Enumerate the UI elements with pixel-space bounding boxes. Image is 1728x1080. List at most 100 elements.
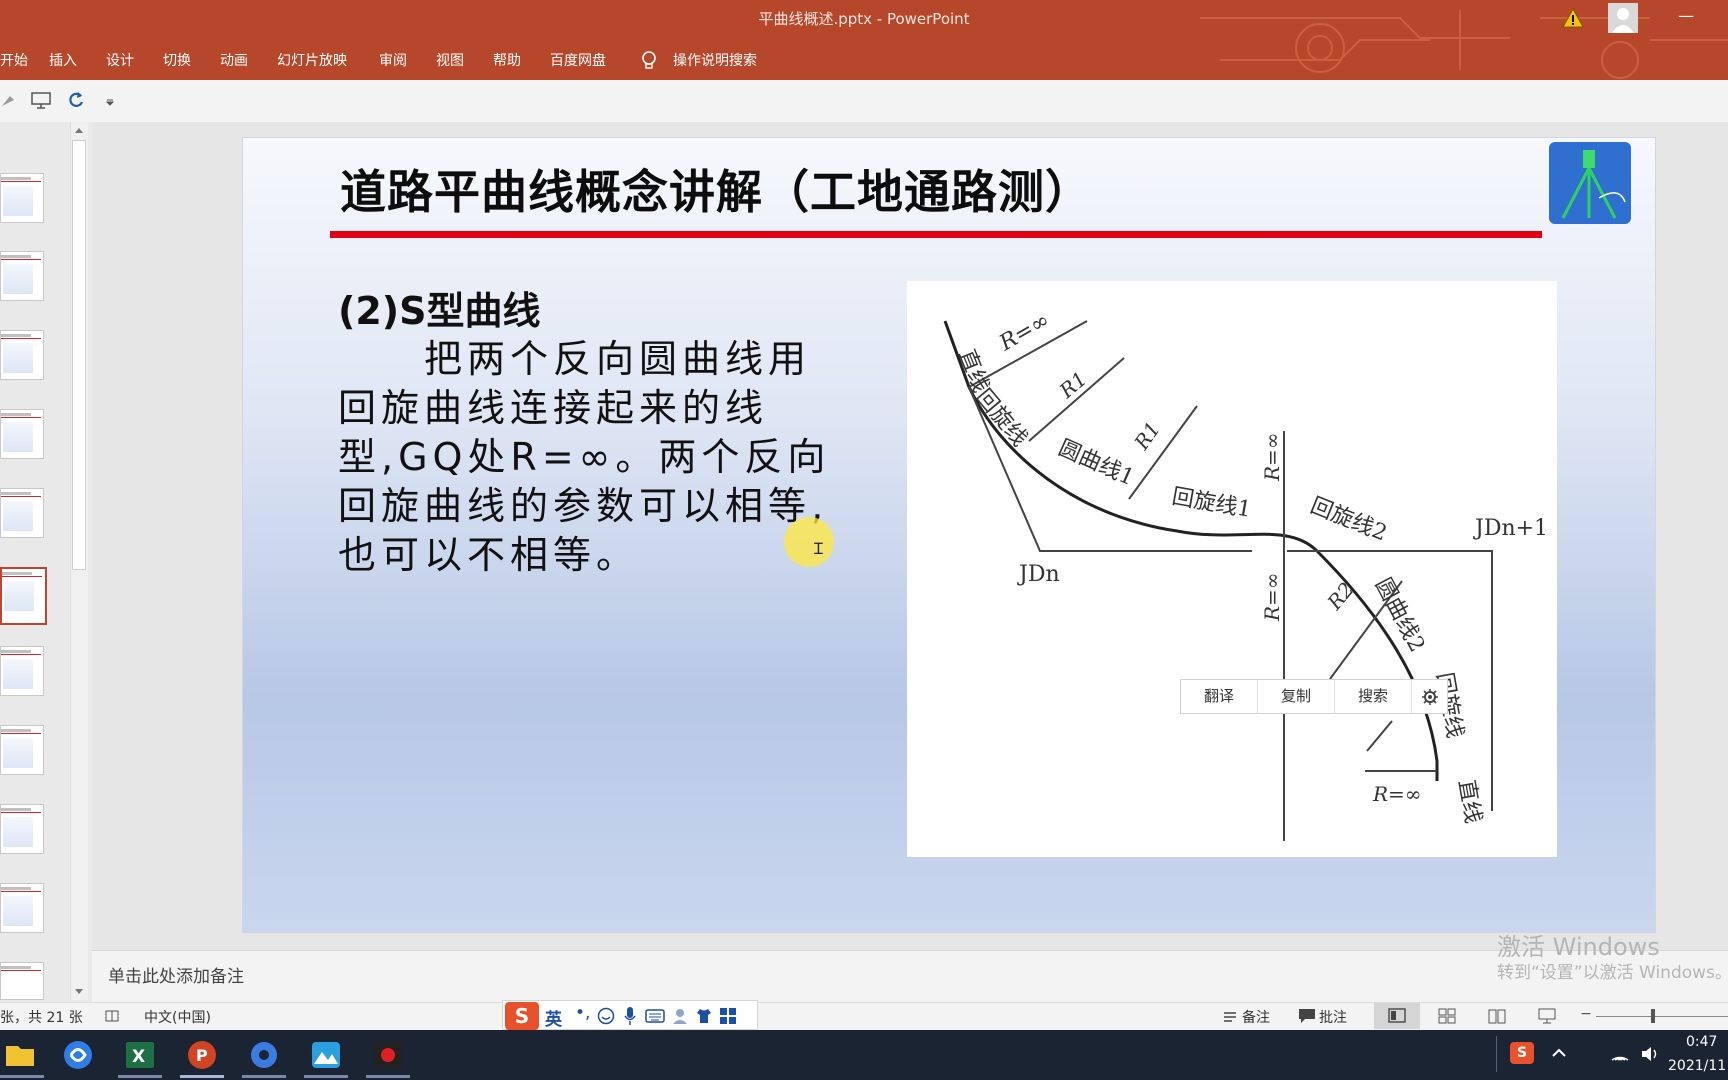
s-curve-figure[interactable]: 直线 R=∞ R1 回旋线 R1 圆曲线1 回旋线1 R=∞ R=∞ 回旋线2 …	[907, 281, 1557, 857]
svg-text:P: P	[196, 1046, 208, 1065]
slide-title[interactable]: 道路平曲线概念讲解（工地通路测）	[340, 156, 1092, 222]
redo-icon[interactable]	[66, 90, 86, 110]
tab-help[interactable]: 帮助	[493, 50, 521, 72]
emoji-icon[interactable]	[597, 1007, 615, 1025]
body-heading[interactable]: (2)S型曲线	[338, 280, 541, 335]
microphone-icon[interactable]	[623, 1006, 637, 1026]
zoom-out-button[interactable]: −	[1580, 1006, 1592, 1022]
normal-view-button[interactable]	[1374, 1003, 1420, 1029]
slide-thumbnail[interactable]	[0, 173, 44, 223]
account-avatar-icon[interactable]	[1608, 3, 1638, 33]
sogou-logo-icon[interactable]: S	[505, 1002, 539, 1030]
network-icon[interactable]	[1610, 1044, 1630, 1064]
tab-insert[interactable]: 插入	[49, 50, 77, 72]
tab-transitions[interactable]: 切换	[163, 50, 191, 72]
slide-thumbnail[interactable]	[0, 962, 44, 1000]
slide-thumbnail[interactable]	[0, 804, 44, 854]
scroll-up-icon[interactable]	[73, 124, 85, 136]
warning-icon[interactable]	[1562, 8, 1584, 28]
notes-pane[interactable]	[92, 950, 1728, 1002]
body-text-line[interactable]: 型,GQ处R=∞。两个反向	[338, 426, 830, 481]
tab-home[interactable]: 开始	[0, 50, 28, 72]
scrollbar-thumb[interactable]	[72, 140, 86, 570]
clock-date[interactable]: 2021/11	[1668, 1058, 1726, 1074]
volume-icon[interactable]	[1640, 1044, 1660, 1064]
keyboard-icon[interactable]	[645, 1008, 665, 1024]
label-r-infinity-upper: R=∞	[1260, 433, 1284, 482]
tab-animations[interactable]: 动画	[220, 50, 248, 72]
cursor-highlight	[784, 517, 834, 567]
body-text-line[interactable]: 回旋曲线的参数可以相等,	[338, 475, 828, 530]
minimize-button[interactable]: —	[1676, 6, 1696, 26]
taskbar-divider	[1496, 1036, 1497, 1072]
copy-button[interactable]: 复制	[1258, 680, 1335, 713]
label-r1-a: R1	[1054, 367, 1091, 404]
slide-thumbnail[interactable]	[0, 330, 44, 380]
slide-thumbnail[interactable]	[0, 409, 44, 459]
notes-placeholder[interactable]: 单击此处添加备注	[108, 962, 244, 987]
slide-sorter-view-icon[interactable]	[1438, 1007, 1456, 1025]
comments-button[interactable]: 批注	[1319, 1007, 1347, 1027]
video-editor-icon[interactable]	[242, 1034, 286, 1076]
sogou-tray-icon[interactable]: S	[1510, 1042, 1534, 1064]
body-text-line[interactable]: 把两个反向圆曲线用	[338, 328, 811, 383]
photo-app-icon[interactable]	[304, 1034, 348, 1076]
present-from-start-icon[interactable]	[30, 90, 52, 110]
title-underline	[330, 231, 1542, 238]
zoom-slider[interactable]	[1596, 1016, 1728, 1017]
comment-icon[interactable]	[1298, 1008, 1316, 1024]
user-icon[interactable]	[671, 1007, 689, 1025]
label-r-infinity-bottom: R=∞	[1372, 782, 1421, 806]
language-indicator[interactable]: 中文(中国)	[144, 1007, 211, 1027]
settings-gear-icon[interactable]	[1421, 688, 1439, 706]
slide-thumbnail[interactable]	[0, 251, 44, 301]
pin-icon[interactable]	[0, 90, 16, 110]
slide-thumbnail[interactable]	[0, 725, 44, 775]
body-text-line[interactable]: 也可以不相等。	[338, 524, 639, 579]
label-jd-n-plus-1: JDn+1	[1473, 516, 1548, 541]
label-r-infinity-lower: R=∞	[1260, 573, 1284, 622]
excel-icon[interactable]: X	[118, 1034, 162, 1076]
slide-thumbnail-active[interactable]	[0, 567, 47, 625]
sogou-browser-icon[interactable]	[56, 1034, 100, 1076]
zoom-slider-thumb[interactable]	[1651, 1009, 1655, 1023]
notes-toggle-button[interactable]: 备注	[1242, 1007, 1270, 1027]
tell-me-search[interactable]: 操作说明搜索	[673, 50, 757, 72]
slide-thumbnail[interactable]	[0, 488, 44, 538]
label-r1-b: R1	[1129, 417, 1165, 454]
label-circular-curve-1: 圆曲线1	[1055, 436, 1138, 491]
show-hidden-icons-chevron-icon[interactable]	[1550, 1044, 1568, 1062]
reading-view-icon[interactable]	[1488, 1007, 1506, 1025]
label-clothoid-1: 回旋线1	[1170, 484, 1253, 523]
tab-slideshow[interactable]: 幻灯片放映	[277, 50, 347, 72]
activation-watermark-subtitle: 转到“设置”以激活 Windows。	[1497, 963, 1728, 983]
customize-toolbar-icon[interactable]	[104, 90, 116, 110]
slide-thumbnail[interactable]	[0, 883, 44, 933]
accessibility-check-icon[interactable]	[104, 1008, 120, 1024]
title-bar: 平曲线概述.pptx - PowerPoint — 开始 插入 设计 切换 动画…	[0, 0, 1728, 80]
tab-baidu-netdisk[interactable]: 百度网盘	[550, 50, 606, 72]
slide-thumbnail[interactable]	[0, 646, 44, 696]
skin-shirt-icon[interactable]	[695, 1007, 713, 1025]
body-text-line[interactable]: 回旋曲线连接起来的线	[338, 377, 768, 432]
translate-button[interactable]: 翻译	[1181, 680, 1258, 713]
slideshow-view-icon[interactable]	[1538, 1007, 1556, 1025]
punctuation-icon[interactable]: •,	[575, 1003, 590, 1023]
label-r2: R2	[1322, 577, 1359, 614]
tab-review[interactable]: 审阅	[379, 50, 407, 72]
selection-mini-toolbar: 翻译 复制 搜索	[1180, 679, 1448, 714]
file-explorer-icon[interactable]	[0, 1034, 44, 1076]
notes-toggle-icon[interactable]	[1223, 1009, 1237, 1023]
tab-design[interactable]: 设计	[106, 50, 134, 72]
toolbox-grid-icon[interactable]	[719, 1007, 737, 1025]
slide-canvas[interactable]: 道路平曲线概念讲解（工地通路测） (2)S型曲线 把两个反向圆曲线用 回旋曲线连…	[242, 137, 1656, 933]
label-clothoid-2: 回旋线2	[1307, 493, 1391, 546]
ime-language-toggle[interactable]: 英	[545, 1005, 562, 1030]
label-circular-curve-2: 圆曲线2	[1370, 574, 1430, 656]
screen-recorder-icon[interactable]	[366, 1034, 410, 1076]
powerpoint-icon[interactable]: P	[180, 1034, 224, 1076]
scroll-down-icon[interactable]	[73, 986, 85, 998]
search-button[interactable]: 搜索	[1335, 680, 1412, 713]
tab-view[interactable]: 视图	[436, 50, 464, 72]
clock-time[interactable]: 0:47	[1686, 1034, 1717, 1050]
